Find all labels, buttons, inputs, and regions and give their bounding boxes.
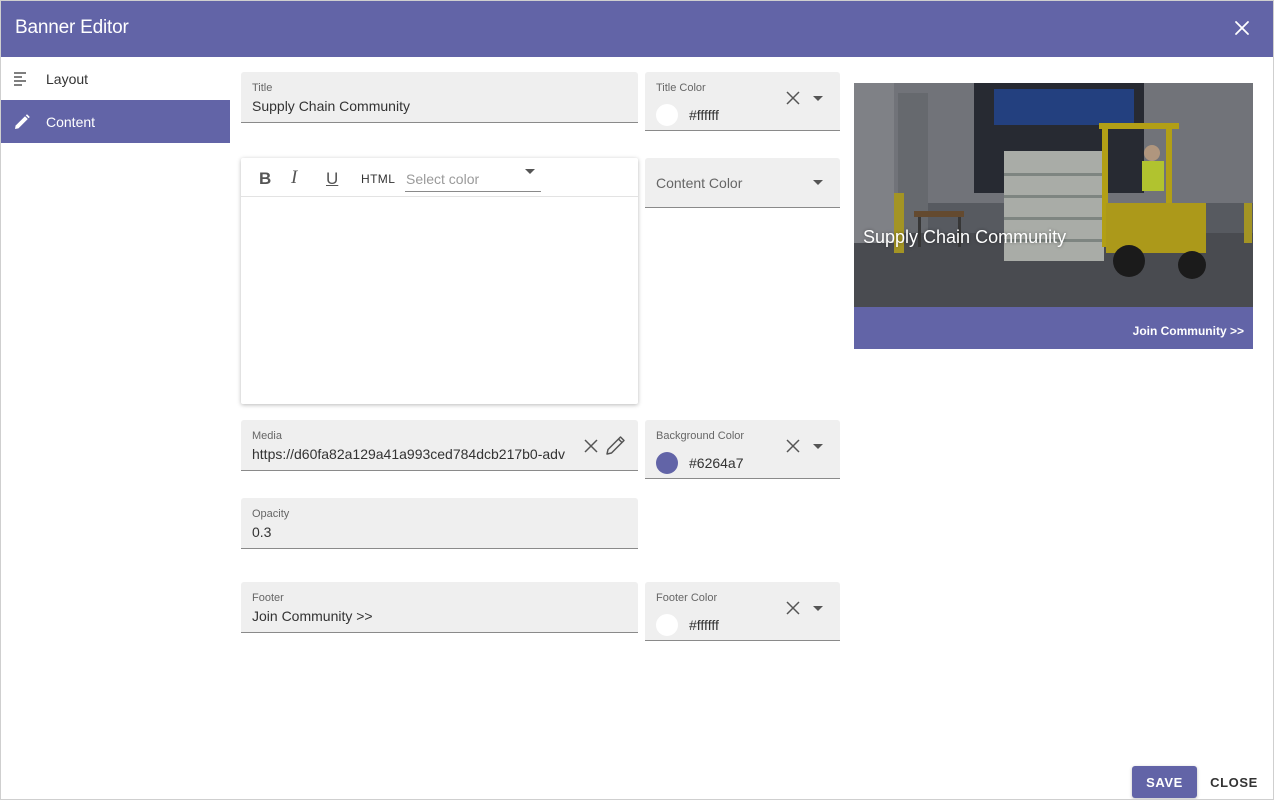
preview-image [854, 83, 1253, 307]
chevron-down-icon[interactable] [813, 444, 823, 449]
title-color-select[interactable]: Title Color #ffffff [645, 72, 840, 131]
close-icon[interactable] [1229, 15, 1255, 41]
text-color-placeholder: Select color [406, 171, 480, 187]
bold-button[interactable]: B [259, 169, 271, 189]
footer-color-select[interactable]: Footer Color #ffffff [645, 582, 840, 641]
title-field[interactable]: Title Supply Chain Community [241, 72, 638, 123]
footer-color-value: #ffffff [689, 617, 719, 633]
sidebar-item-label: Content [46, 113, 96, 130]
content-color-select[interactable]: Content Color [645, 158, 840, 208]
preview-footer: Join Community >> [854, 307, 1253, 349]
edit-icon[interactable] [604, 433, 628, 457]
sidebar-item-label: Layout [46, 70, 89, 87]
title-field-value: Supply Chain Community [252, 98, 410, 114]
preview-title: Supply Chain Community [863, 227, 1067, 247]
chevron-down-icon [525, 169, 535, 174]
save-button[interactable]: SAVE [1132, 766, 1197, 798]
italic-button[interactable]: I [291, 167, 297, 189]
footer-color-swatch [656, 614, 678, 636]
title-color-label: Title Color [656, 82, 706, 94]
media-field-value: https://d60fa82a129a41a993ced784dcb217b0… [252, 446, 565, 462]
footer-field-label: Footer [252, 592, 284, 604]
footer-color-label: Footer Color [656, 592, 718, 604]
text-color-select[interactable]: Select color [405, 166, 541, 192]
pencil-icon [13, 113, 31, 131]
title-field-label: Title [252, 82, 273, 94]
sidebar-item-content[interactable]: Content [1, 100, 230, 143]
banner-preview: Supply Chain Community Join Community >> [854, 83, 1253, 349]
background-color-value: #6264a7 [689, 455, 744, 471]
sidebar-item-layout[interactable]: Layout [1, 57, 230, 100]
media-field[interactable]: Media https://d60fa82a129a41a993ced784dc… [241, 420, 638, 471]
content-editor: B I U HTML Select color [241, 158, 638, 404]
title-color-swatch [656, 104, 678, 126]
banner-editor-dialog: Banner Editor Layout Content Title Suppl… [0, 0, 1274, 800]
background-color-swatch [656, 452, 678, 474]
footer-field-value: Join Community >> [252, 608, 373, 624]
sidebar: Layout Content [1, 57, 230, 143]
clear-icon[interactable] [582, 437, 600, 455]
editor-toolbar: B I U HTML Select color [241, 158, 638, 197]
opacity-field-label: Opacity [252, 508, 290, 520]
underline-button[interactable]: U [326, 169, 338, 189]
clear-icon[interactable] [784, 89, 802, 107]
title-color-value: #ffffff [689, 107, 719, 123]
chevron-down-icon[interactable] [813, 606, 823, 611]
html-button[interactable]: HTML [361, 172, 395, 186]
opacity-field-value: 0.3 [252, 524, 272, 540]
chevron-down-icon[interactable] [813, 96, 823, 101]
content-color-placeholder: Content Color [656, 175, 743, 191]
clear-icon[interactable] [784, 599, 802, 617]
media-field-label: Media [252, 430, 282, 442]
chevron-down-icon[interactable] [813, 180, 823, 185]
dialog-header: Banner Editor [1, 1, 1273, 57]
background-color-select[interactable]: Background Color #6264a7 [645, 420, 840, 479]
footer-field[interactable]: Footer Join Community >> [241, 582, 638, 633]
dialog-title: Banner Editor [15, 17, 129, 38]
preview-footer-text[interactable]: Join Community >> [1133, 324, 1244, 338]
opacity-field[interactable]: Opacity 0.3 [241, 498, 638, 549]
align-left-icon [13, 70, 31, 88]
background-color-label: Background Color [656, 430, 745, 442]
editor-body[interactable] [241, 198, 638, 404]
close-button[interactable]: CLOSE [1205, 766, 1263, 798]
clear-icon[interactable] [784, 437, 802, 455]
